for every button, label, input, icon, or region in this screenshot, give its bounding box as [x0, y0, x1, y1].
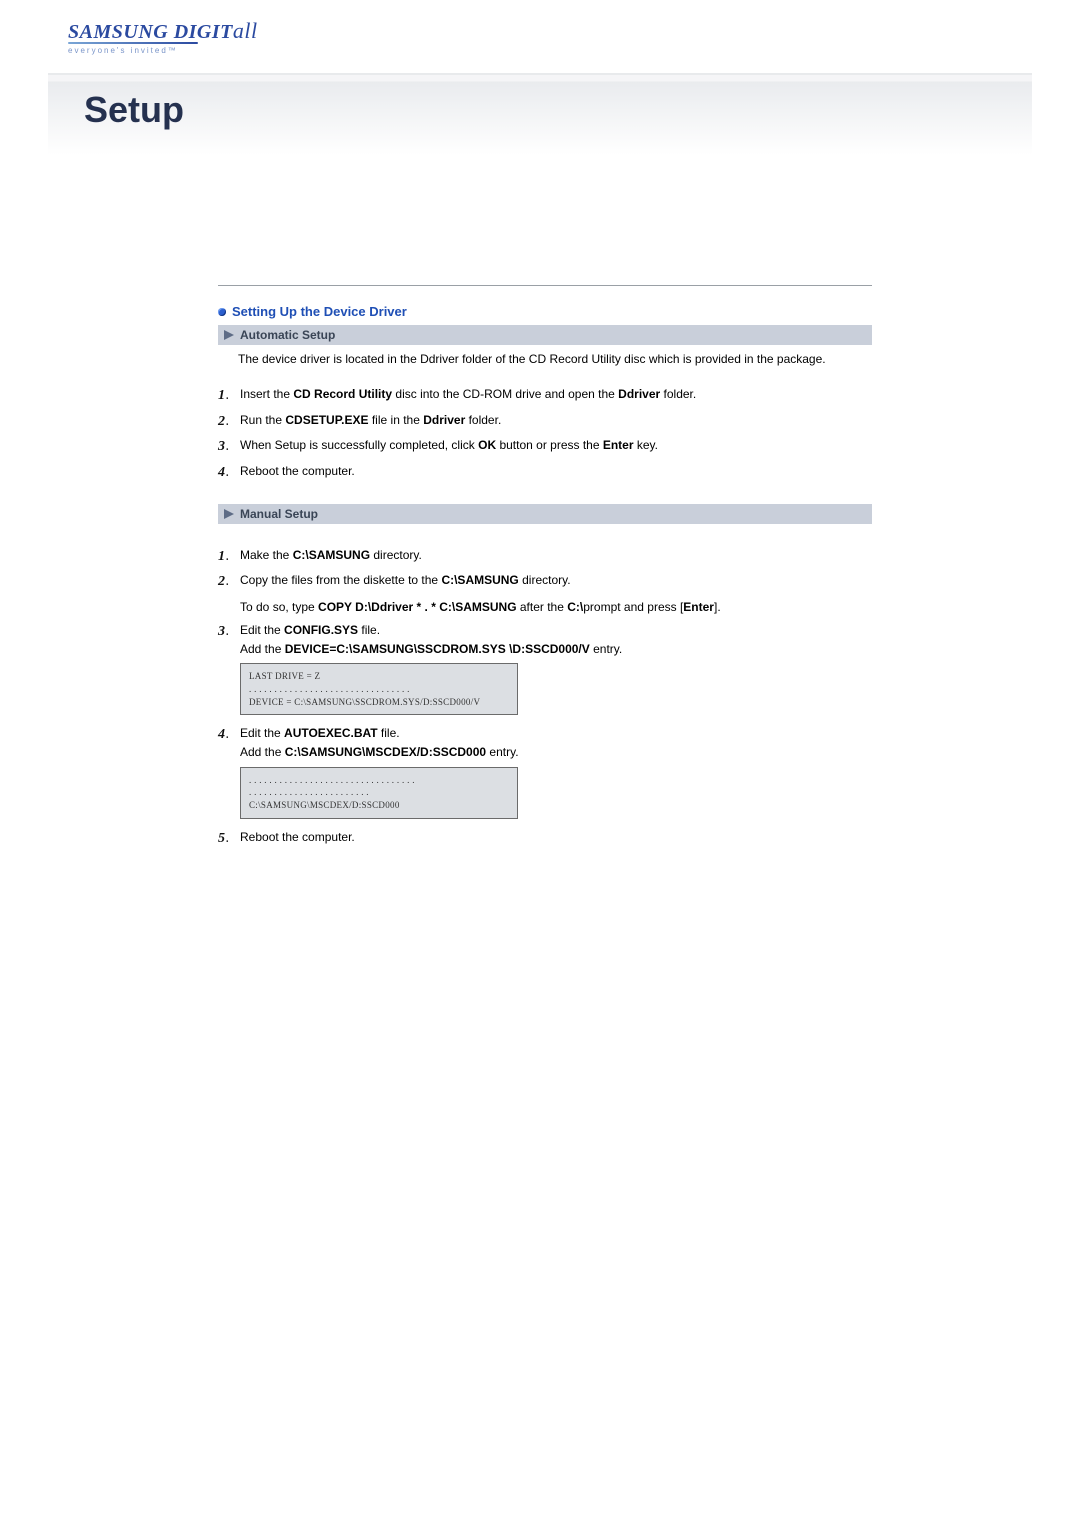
- list-item: 4. Reboot the computer.: [218, 460, 872, 486]
- step-number: 2.: [218, 572, 240, 592]
- brand-logo: SAMSUNG DIGITall everyone's invited™: [68, 18, 1032, 55]
- chevron-icon: [224, 330, 234, 340]
- step-number: 4.: [218, 725, 240, 745]
- step-body: Insert the CD Record Utility disc into t…: [240, 386, 872, 403]
- brand-name: SAMSUNG DIGITall: [68, 18, 1032, 44]
- step-number: 3.: [218, 622, 240, 642]
- list-item: 2. Run the CDSETUP.EXE file in the Ddriv…: [218, 409, 872, 435]
- list-item: 1. Insert the CD Record Utility disc int…: [218, 383, 872, 409]
- page-title: Setup: [84, 89, 184, 131]
- automatic-steps: 1. Insert the CD Record Utility disc int…: [218, 383, 872, 485]
- sub-header-label: Manual Setup: [240, 507, 318, 521]
- intro-text: The device driver is located in the Ddri…: [218, 349, 872, 377]
- list-item: 5. Reboot the computer.: [218, 826, 872, 852]
- code-box-config: LAST DRIVE = Z . . . . . . . . . . . . .…: [240, 663, 518, 715]
- list-item: 2. Copy the files from the diskette to t…: [218, 569, 872, 619]
- step-number: 2.: [218, 412, 240, 432]
- sub-header-label: Automatic Setup: [240, 328, 335, 342]
- section-title: Setting Up the Device Driver: [218, 304, 872, 319]
- list-item: 3. Edit the CONFIG.SYS file. Add the DEV…: [218, 619, 872, 722]
- step-body: Run the CDSETUP.EXE file in the Ddriver …: [240, 412, 872, 429]
- document-page: SAMSUNG DIGITall everyone's invited™ Set…: [0, 0, 1080, 911]
- section-title-text: Setting Up the Device Driver: [232, 304, 407, 319]
- step-body: Make the C:\SAMSUNG directory.: [240, 547, 872, 564]
- brand-tagline: everyone's invited™: [68, 46, 1032, 55]
- step-body: When Setup is successfully completed, cl…: [240, 437, 872, 454]
- step-number: 1.: [218, 547, 240, 567]
- sub-header-manual: Manual Setup: [218, 504, 872, 524]
- step-number: 3.: [218, 437, 240, 457]
- list-item: 4. Edit the AUTOEXEC.BAT file. Add the C…: [218, 722, 872, 825]
- step-body: Copy the files from the diskette to the …: [240, 572, 872, 616]
- page-banner: Setup: [48, 73, 1032, 155]
- divider: [218, 285, 872, 286]
- step-body: Edit the AUTOEXEC.BAT file. Add the C:\S…: [240, 725, 872, 822]
- step-body: Edit the CONFIG.SYS file. Add the DEVICE…: [240, 622, 872, 719]
- step-body: Reboot the computer.: [240, 463, 872, 480]
- content-area: Setting Up the Device Driver Automatic S…: [218, 285, 872, 851]
- list-item: 1. Make the C:\SAMSUNG directory.: [218, 544, 872, 570]
- step-number: 1.: [218, 386, 240, 406]
- code-box-autoexec: . . . . . . . . . . . . . . . . . . . . …: [240, 767, 518, 819]
- step-number: 4.: [218, 463, 240, 483]
- sub-header-automatic: Automatic Setup: [218, 325, 872, 345]
- step-body: Reboot the computer.: [240, 829, 872, 846]
- step-number: 5.: [218, 829, 240, 849]
- manual-steps: 1. Make the C:\SAMSUNG directory. 2. Cop…: [218, 544, 872, 852]
- bullet-icon: [218, 308, 226, 316]
- chevron-icon: [224, 509, 234, 519]
- list-item: 3. When Setup is successfully completed,…: [218, 434, 872, 460]
